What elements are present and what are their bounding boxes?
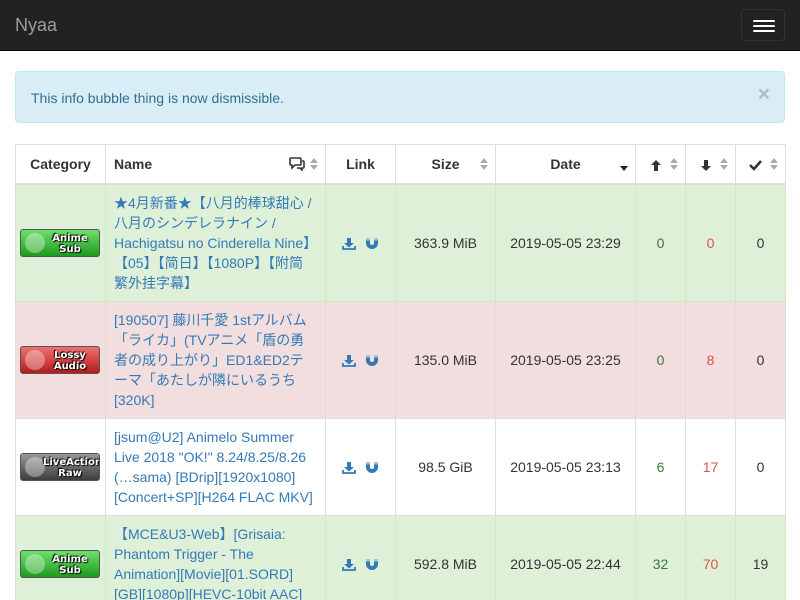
category-mascot-icon	[25, 232, 45, 253]
leechers-cell: 0	[685, 183, 736, 302]
size-cell: 592.8 MiB	[395, 514, 496, 600]
sort-desc-icon	[620, 166, 628, 171]
seeders-cell: 6	[635, 417, 686, 516]
column-header-leechers[interactable]	[685, 144, 736, 185]
torrent-table: Category Name Link Size Date Anime Sub ★…	[15, 144, 786, 600]
column-header-name-label: Name	[114, 155, 153, 172]
category-cell: Anime Sub	[15, 183, 106, 302]
torrent-name-link[interactable]: ★4月新番★【八月的棒球甜心 / 八月のシンデレラナイン / Hachigats…	[105, 183, 326, 302]
torrent-name-link[interactable]: 【MCE&U3-Web】[Grisaia: Phantom Trigger - …	[105, 514, 326, 600]
download-icon[interactable]	[341, 558, 356, 572]
category-line2: Sub	[59, 564, 81, 576]
category-cell: LiveAction Raw	[15, 417, 106, 516]
category-badge[interactable]: Anime Sub	[20, 228, 100, 257]
link-cell	[325, 300, 396, 419]
table-row: LiveAction Raw [jsum@U2] Animelo Summer …	[15, 417, 786, 516]
link-cell	[325, 417, 396, 516]
completed-cell: 0	[735, 183, 786, 302]
link-cell	[325, 514, 396, 600]
arrow-down-icon	[700, 159, 711, 171]
leechers-cell: 8	[685, 300, 736, 419]
table-row: Anime Sub ★4月新番★【八月的棒球甜心 / 八月のシンデレラナイン /…	[15, 183, 786, 302]
seeders-cell: 0	[635, 300, 686, 419]
category-line2: Sub	[59, 243, 81, 255]
close-icon[interactable]: ×	[758, 84, 770, 105]
column-header-completed[interactable]	[735, 144, 786, 185]
seeders-cell: 32	[635, 514, 686, 600]
seeders-cell: 0	[635, 183, 686, 302]
comments-icon	[289, 157, 305, 171]
hamburger-icon-bar	[753, 30, 775, 32]
category-mascot-icon	[25, 456, 45, 477]
sort-icon	[480, 158, 488, 172]
magnet-icon[interactable]	[365, 237, 379, 250]
category-cell: Anime Sub	[15, 514, 106, 600]
table-row: Lossy Audio [190507] 藤川千愛 1stアルバム「ライカ」(T…	[15, 300, 786, 419]
size-cell: 363.9 MiB	[395, 183, 496, 302]
size-cell: 135.0 MiB	[395, 300, 496, 419]
leechers-cell: 70	[685, 514, 736, 600]
sort-icon	[310, 158, 318, 172]
hamburger-icon	[753, 20, 775, 22]
table-row: Anime Sub 【MCE&U3-Web】[Grisaia: Phantom …	[15, 514, 786, 600]
column-header-date[interactable]: Date	[495, 144, 636, 185]
category-badge[interactable]: Anime Sub	[20, 549, 100, 578]
category-mascot-icon	[25, 553, 45, 574]
torrent-name-link[interactable]: [190507] 藤川千愛 1stアルバム「ライカ」(TVアニメ「盾の勇者の成り…	[105, 300, 326, 419]
category-line1: Anime	[52, 553, 88, 565]
download-icon[interactable]	[341, 237, 356, 251]
date-cell: 2019-05-05 22:44	[495, 514, 636, 600]
category-cell: Lossy Audio	[15, 300, 106, 419]
check-icon	[749, 160, 762, 171]
arrow-up-icon	[650, 159, 661, 171]
info-alert: This info bubble thing is now dismissibl…	[15, 71, 785, 123]
completed-cell: 19	[735, 514, 786, 600]
date-cell: 2019-05-05 23:13	[495, 417, 636, 516]
hamburger-icon-bar	[753, 25, 775, 27]
link-cell	[325, 183, 396, 302]
download-icon[interactable]	[341, 461, 356, 475]
navbar: Nyaa	[0, 0, 800, 51]
alert-message: This info bubble thing is now dismissibl…	[31, 90, 284, 106]
leechers-cell: 17	[685, 417, 736, 516]
category-badge[interactable]: LiveAction Raw	[20, 452, 100, 481]
column-header-size-label: Size	[431, 155, 460, 172]
menu-toggle-button[interactable]	[741, 9, 785, 41]
column-header-category: Category	[15, 144, 106, 185]
completed-cell: 0	[735, 300, 786, 419]
category-line1: Lossy	[54, 349, 86, 361]
torrent-name-link[interactable]: [jsum@U2] Animelo Summer Live 2018 "OK!"…	[105, 417, 326, 516]
category-line2: Audio	[53, 360, 87, 372]
date-cell: 2019-05-05 23:29	[495, 183, 636, 302]
column-header-name[interactable]: Name	[105, 144, 326, 185]
brand-logo[interactable]: Nyaa	[15, 15, 57, 35]
category-badge[interactable]: Lossy Audio	[20, 345, 100, 374]
category-line1: Anime	[52, 232, 88, 244]
column-header-size[interactable]: Size	[395, 144, 496, 185]
category-line1: LiveAction	[43, 456, 100, 468]
column-header-seeders[interactable]	[635, 144, 686, 185]
magnet-icon[interactable]	[365, 558, 379, 571]
magnet-icon[interactable]	[365, 354, 379, 367]
completed-cell: 0	[735, 417, 786, 516]
download-icon[interactable]	[341, 354, 356, 368]
sort-icon	[670, 158, 678, 172]
sort-icon	[770, 158, 778, 172]
column-header-date-label: Date	[550, 155, 581, 172]
category-mascot-icon	[25, 349, 45, 370]
date-cell: 2019-05-05 23:25	[495, 300, 636, 419]
category-line2: Raw	[58, 467, 82, 479]
column-header-link: Link	[325, 144, 396, 185]
magnet-icon[interactable]	[365, 461, 379, 474]
size-cell: 98.5 GiB	[395, 417, 496, 516]
sort-icon	[720, 158, 728, 172]
